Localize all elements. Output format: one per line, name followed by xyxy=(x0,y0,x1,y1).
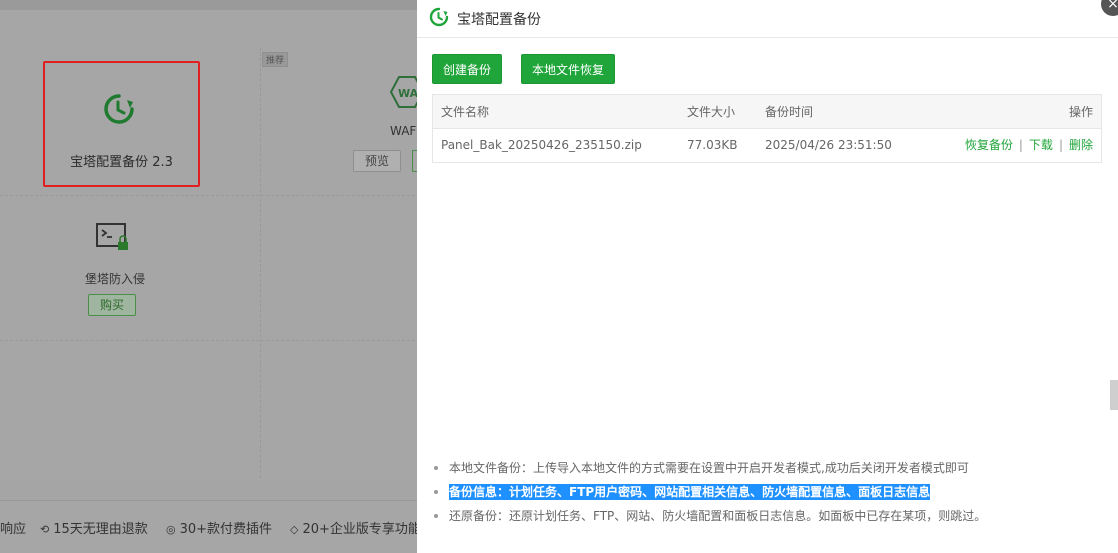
plugin-card-waf[interactable]: WAF WAF 预览 xyxy=(350,70,424,180)
column-header-time: 备份时间 xyxy=(765,105,814,119)
action-separator: | xyxy=(1018,138,1023,152)
footer-item: ⟲ 15天无理由退款 xyxy=(40,518,148,537)
create-backup-button[interactable]: 创建备份 xyxy=(432,54,502,84)
scrollbar-thumb[interactable] xyxy=(1110,380,1118,410)
backup-file-name: Panel_Bak_20250426_235150.zip xyxy=(441,138,642,152)
grid-divider xyxy=(0,340,420,341)
backup-time: 2025/04/26 23:51:50 xyxy=(765,138,892,152)
help-notes: 本地文件备份：上传导入本地文件的方式需要在设置中开启开发者模式,成功后关闭开发者… xyxy=(431,456,1101,528)
row-actions: 恢复备份 | 下载 | 删除 xyxy=(965,129,1093,162)
plugin-name: 堡塔防入侵 xyxy=(84,272,145,286)
delete-link[interactable]: 删除 xyxy=(1069,138,1093,152)
local-file-restore-button[interactable]: 本地文件恢复 xyxy=(521,54,615,84)
note-text-selected: 备份信息：计划任务、FTP用户密码、网站配置相关信息、防火墙配置信息、面板日志信… xyxy=(449,484,931,500)
footer-item: ◎ 30+款付费插件 xyxy=(166,518,272,537)
preview-button[interactable]: 预览 xyxy=(353,150,401,172)
dialog-header: 宝塔配置备份 xyxy=(417,0,1118,38)
backup-clock-icon xyxy=(104,94,134,124)
note-text: 还原备份：还原计划任务、FTP、网站、防火墙配置和面板日志信息。如面板中已存在某… xyxy=(449,509,987,523)
note-item: 备份信息：计划任务、FTP用户密码、网站配置相关信息、防火墙配置信息、面板日志信… xyxy=(431,480,1101,504)
grid-divider xyxy=(0,195,420,196)
table-header: 文件名称 文件大小 备份时间 操作 xyxy=(433,95,1101,129)
refund-icon: ⟲ xyxy=(40,523,50,536)
download-link[interactable]: 下载 xyxy=(1029,138,1053,152)
column-header-actions: 操作 xyxy=(1068,105,1093,119)
footer-item: 响应 xyxy=(0,518,26,537)
backup-clock-icon xyxy=(429,7,449,27)
column-header-name: 文件名称 xyxy=(441,105,490,119)
plugin-card-intrusion-guard[interactable]: 堡塔防入侵 购买 xyxy=(60,220,170,320)
footer-text: 15天无理由退款 xyxy=(53,522,148,537)
plugin-card-config-backup[interactable]: 宝塔配置备份 2.3 xyxy=(43,61,200,187)
buy-button[interactable]: 购买 xyxy=(88,294,136,316)
footer-item: ◇ 20+企业版专享功能 xyxy=(290,518,421,537)
background-top-strip xyxy=(0,0,420,10)
recommend-badge: 推荐 xyxy=(262,52,289,67)
footer-text: 20+企业版专享功能 xyxy=(302,522,421,537)
note-item: 还原备份：还原计划任务、FTP、网站、防火墙配置和面板日志信息。如面板中已存在某… xyxy=(431,504,1101,528)
backup-file-size: 77.03KB xyxy=(687,138,738,152)
footer-text: 响应 xyxy=(0,522,27,537)
column-header-size: 文件大小 xyxy=(687,105,736,119)
grid-divider xyxy=(260,48,261,478)
terminal-lock-icon xyxy=(96,223,128,250)
action-separator: | xyxy=(1058,138,1063,152)
plugin-name: 宝塔配置备份 2.3 xyxy=(70,155,173,170)
dialog-title: 宝塔配置备份 xyxy=(457,12,541,28)
plugin-name: WAF xyxy=(390,124,417,138)
diamond-icon: ◇ xyxy=(290,523,299,536)
table-row: Panel_Bak_20250426_235150.zip 77.03KB 20… xyxy=(433,129,1101,162)
restore-backup-link[interactable]: 恢复备份 xyxy=(965,138,1013,152)
note-item: 本地文件备份：上传导入本地文件的方式需要在设置中开启开发者模式,成功后关闭开发者… xyxy=(431,456,1101,480)
plugin-icon: ◎ xyxy=(166,523,176,536)
note-text: 本地文件备份：上传导入本地文件的方式需要在设置中开启开发者模式,成功后关闭开发者… xyxy=(449,461,969,475)
config-backup-dialog: 宝塔配置备份 创建备份 本地文件恢复 文件名称 文件大小 备份时间 操作 Pan… xyxy=(417,0,1118,553)
backup-table: 文件名称 文件大小 备份时间 操作 Panel_Bak_20250426_235… xyxy=(432,94,1102,163)
footer-text: 30+款付费插件 xyxy=(179,522,273,537)
